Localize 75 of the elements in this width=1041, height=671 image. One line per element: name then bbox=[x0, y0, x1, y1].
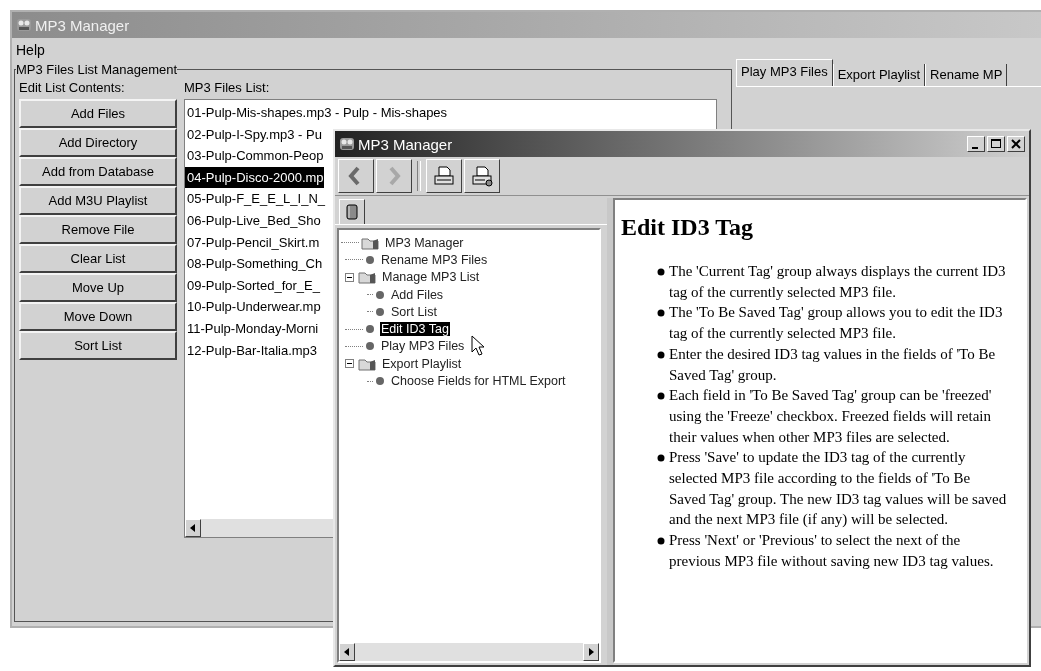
right-arrow-icon[interactable] bbox=[587, 647, 595, 657]
menu-item[interactable]: Help bbox=[14, 40, 47, 60]
file-item[interactable]: 02-Pulp-I-Spy.mp3 - Pu bbox=[185, 123, 322, 146]
section-label: Edit List Contents: bbox=[19, 79, 126, 97]
tree-item[interactable]: Sort List bbox=[390, 304, 438, 319]
bullet-icon bbox=[657, 537, 665, 546]
bullet-icon bbox=[375, 376, 385, 386]
bullet-icon bbox=[657, 350, 665, 359]
left-arrow-icon[interactable] bbox=[343, 647, 351, 657]
close-icon[interactable] bbox=[1009, 137, 1023, 151]
file-item[interactable]: 09-Pulp-Sorted_for_E_ bbox=[185, 274, 320, 297]
help-heading: Edit ID3 Tag bbox=[620, 213, 755, 241]
help-paragraph: The 'To Be Saved Tag' group allows you to edit the ID3 tag of the currently selected MP3 file. bbox=[669, 303, 1004, 344]
file-item[interactable]: 06-Pulp-Live_Bed_Sho bbox=[185, 209, 321, 232]
file-item[interactable]: 07-Pulp-Pencil_Skirt.m bbox=[185, 231, 320, 254]
bullet-icon bbox=[365, 324, 375, 335]
file-item[interactable]: 10-Pulp-Underwear.mp bbox=[185, 296, 321, 318]
tree-item[interactable]: Play MP3 Files bbox=[380, 339, 466, 354]
bullet-icon bbox=[375, 306, 385, 317]
tree-item[interactable]: Export Playlist bbox=[381, 356, 463, 371]
folder-icon bbox=[358, 356, 376, 371]
tab[interactable]: Export Playlist bbox=[832, 64, 926, 86]
tree-item[interactable]: MP3 Manager bbox=[384, 235, 465, 250]
print-setup-button[interactable] bbox=[470, 164, 494, 188]
help-paragraph: The 'Current Tag' group always displays the current ID3 tag of the currently selected MP3 file. bbox=[669, 262, 1007, 302]
file-item[interactable]: 03-Pulp-Common-Peop bbox=[185, 145, 324, 167]
book-icon[interactable] bbox=[345, 204, 359, 220]
app-icon bbox=[339, 136, 355, 152]
list-button[interactable]: Remove File bbox=[19, 215, 177, 244]
collapse-icon[interactable] bbox=[345, 272, 354, 282]
print-button[interactable] bbox=[432, 164, 456, 188]
list-button[interactable]: Sort List bbox=[19, 331, 177, 360]
help-paragraph: Each field in 'To Be Saved Tag' group can be 'freezed' using the 'Freeze' checkbox. Freezed fields will retain their values when other MP3 files are selected. bbox=[669, 386, 993, 447]
bullet-icon bbox=[657, 309, 665, 318]
file-item[interactable]: 04-Pulp-Disco-2000.mp bbox=[185, 166, 324, 189]
help-paragraph: Press 'Save' to update the ID3 tag of the currently selected MP3 file according to the fields of 'To Be Saved Tag' group. The new ID3 tag values will be saved and the next MP3 file (if any) will be selected. bbox=[669, 448, 1007, 530]
bullet-icon bbox=[657, 392, 665, 401]
bullet-icon bbox=[657, 268, 665, 276]
maximize-icon[interactable] bbox=[989, 137, 1003, 151]
folder-icon bbox=[358, 270, 376, 285]
tree-item[interactable]: Edit ID3 Tag bbox=[380, 322, 450, 337]
folder-icon bbox=[361, 235, 379, 250]
list-button[interactable]: Clear List bbox=[19, 244, 177, 273]
horizontal-scrollbar[interactable] bbox=[339, 643, 599, 661]
file-item[interactable]: 11-Pulp-Monday-Morni bbox=[185, 317, 319, 340]
tree-item[interactable]: Rename MP3 Files bbox=[380, 252, 489, 267]
left-arrow-icon[interactable] bbox=[189, 523, 197, 533]
group-title: MP3 Files List Management bbox=[16, 62, 178, 77]
app-icon bbox=[16, 17, 32, 33]
list-button[interactable]: Add from Database bbox=[19, 157, 177, 186]
list-button[interactable]: Add M3U Playlist bbox=[19, 186, 177, 215]
bullet-icon bbox=[365, 341, 375, 352]
file-item[interactable]: 05-Pulp-F_E_E_L_I_N_ bbox=[185, 188, 326, 210]
mouse-cursor-icon bbox=[471, 335, 485, 357]
bullet-icon bbox=[657, 454, 665, 463]
file-item[interactable]: 08-Pulp-Something_Ch bbox=[185, 253, 323, 275]
window-title: MP3 Manager bbox=[358, 135, 453, 153]
bullet-icon bbox=[365, 254, 375, 265]
list-button[interactable]: Add Directory bbox=[19, 128, 177, 157]
tree-item[interactable]: Add Files bbox=[390, 287, 445, 302]
file-item[interactable]: 01-Pulp-Mis-shapes.mp3 - Pulp - Mis-shapes bbox=[185, 102, 448, 124]
tab[interactable]: Play MP3 Files bbox=[736, 59, 833, 86]
file-item[interactable]: 12-Pulp-Bar-Italia.mp3 bbox=[185, 339, 318, 362]
list-button[interactable]: Add Files bbox=[19, 99, 177, 128]
help-paragraph: Press 'Next' or 'Previous' to select the next of the previous MP3 file without saving new ID3 tag values. bbox=[669, 531, 995, 571]
bullet-icon bbox=[375, 289, 385, 300]
tree-item[interactable]: Choose Fields for HTML Export bbox=[390, 374, 567, 388]
collapse-icon[interactable] bbox=[345, 359, 354, 369]
help-paragraph: Enter the desired ID3 tag values in the fields of 'To Be Saved Tag' group. bbox=[669, 344, 997, 385]
list-button[interactable]: Move Down bbox=[19, 302, 177, 331]
tree-item[interactable]: Manage MP3 List bbox=[381, 270, 481, 285]
window-title: MP3 Manager bbox=[35, 16, 130, 34]
list-button[interactable]: Move Up bbox=[19, 273, 177, 302]
section-label: MP3 Files List: bbox=[184, 79, 271, 97]
tab[interactable]: Rename MP bbox=[925, 64, 1008, 86]
